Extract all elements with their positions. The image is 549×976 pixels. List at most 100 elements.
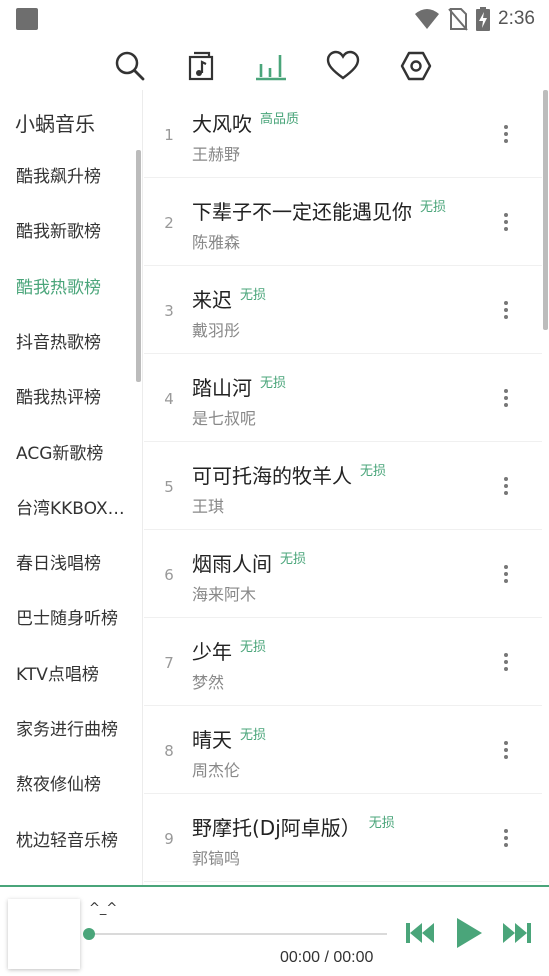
song-title-line: 野摩托(Dj阿卓版） 无损 xyxy=(192,812,395,841)
sidebar-item[interactable]: 酷我热评榜 xyxy=(16,383,131,413)
heart-icon[interactable] xyxy=(324,47,362,85)
quality-badge: 无损 xyxy=(260,376,287,391)
music-note-icon[interactable] xyxy=(182,47,220,85)
status-bar: 2:36 xyxy=(0,0,549,40)
next-icon[interactable] xyxy=(499,915,535,951)
song-artist: 梦然 xyxy=(192,673,225,692)
song-title: 踏山河 xyxy=(192,376,252,400)
song-title: 晴天 xyxy=(192,728,232,752)
more-options-icon[interactable] xyxy=(496,208,516,236)
sidebar-item[interactable]: 春日浅唱榜 xyxy=(16,549,131,579)
settings-icon[interactable] xyxy=(397,47,435,85)
notification-icon xyxy=(16,8,38,30)
song-artist: 王琪 xyxy=(192,497,225,516)
leaderboard-icon[interactable] xyxy=(252,47,290,85)
song-title-line: 来迟 无损 xyxy=(192,284,266,313)
song-artist: 陈雅森 xyxy=(192,233,241,252)
more-options-icon[interactable] xyxy=(496,296,516,324)
progress-bar[interactable] xyxy=(89,933,387,935)
sidebar-item[interactable]: 酷我新歌榜 xyxy=(16,217,131,247)
sidebar: 小蜗音乐 酷我飙升榜 酷我新歌榜 酷我热歌榜 抖音热歌榜 酷我热评榜 ACG新歌榜 台湾KK… xyxy=(0,90,143,885)
sidebar-item[interactable]: 家务进行曲榜 xyxy=(16,715,131,745)
song-row[interactable]: 2 下辈子不一定还能遇见你 无损陈雅森 xyxy=(144,178,542,266)
quality-badge: 无损 xyxy=(240,288,267,303)
song-title-line: 烟雨人间 无损 xyxy=(192,548,306,577)
song-title: 下辈子不一定还能遇见你 xyxy=(192,200,412,224)
song-rank: 8 xyxy=(164,742,174,760)
more-options-icon[interactable] xyxy=(496,472,516,500)
song-title: 少年 xyxy=(192,640,232,664)
playback-time: 00:00 / 00:00 xyxy=(280,949,374,966)
song-artist: 王赫野 xyxy=(192,145,241,164)
song-row[interactable]: 5 可可托海的牧羊人 无损王琪 xyxy=(144,442,542,530)
song-title-line: 下辈子不一定还能遇见你 无损 xyxy=(192,196,446,225)
sidebar-item[interactable]: ACG新歌榜 xyxy=(16,439,131,469)
quality-badge: 无损 xyxy=(360,464,387,479)
album-cover[interactable] xyxy=(8,899,80,969)
sidebar-item[interactable]: 抖音热歌榜 xyxy=(16,328,131,358)
song-rank: 5 xyxy=(164,478,174,496)
sidebar-item[interactable]: 台湾KKBOX… xyxy=(16,494,131,524)
player-song-title: ^_^ xyxy=(89,901,118,916)
status-time: 2:36 xyxy=(498,8,535,29)
song-rank: 3 xyxy=(164,302,174,320)
sidebar-item[interactable]: 巴士随身听榜 xyxy=(16,604,131,634)
song-title: 野摩托(Dj阿卓版） xyxy=(192,816,361,840)
no-sim-icon xyxy=(448,8,468,31)
song-title: 来迟 xyxy=(192,288,232,312)
song-title-line: 踏山河 无损 xyxy=(192,372,286,401)
more-options-icon[interactable] xyxy=(496,824,516,852)
song-title-line: 大风吹 高品质 xyxy=(192,108,299,137)
quality-badge: 无损 xyxy=(240,640,267,655)
more-options-icon[interactable] xyxy=(496,736,516,764)
progress-knob[interactable] xyxy=(83,928,95,940)
top-toolbar xyxy=(0,44,549,88)
song-row[interactable]: 4 踏山河 无损是七叔呢 xyxy=(144,354,542,442)
more-options-icon[interactable] xyxy=(496,384,516,412)
more-options-icon[interactable] xyxy=(496,120,516,148)
song-row[interactable]: 1 大风吹 高品质王赫野 xyxy=(144,90,542,178)
song-row[interactable]: 6 烟雨人间 无损海来阿木 xyxy=(144,530,542,618)
song-row[interactable]: 7 少年 无损梦然 xyxy=(144,618,542,706)
sidebar-item[interactable]: 酷我飙升榜 xyxy=(16,162,131,192)
song-title-line: 可可托海的牧羊人 无损 xyxy=(192,460,386,489)
play-icon[interactable] xyxy=(450,915,486,951)
song-list: 1 大风吹 高品质 王赫野 2 下辈子不一定还能遇见你 无损 陈雅森 3 来迟 无损 戴羽彤 4 踏山河无… xyxy=(144,90,549,885)
quality-badge: 无损 xyxy=(368,816,395,831)
sidebar-scrollbar[interactable] xyxy=(136,150,141,382)
song-artist: 戴羽彤 xyxy=(192,321,241,340)
sidebar-item[interactable]: KTV点唱榜 xyxy=(16,660,131,690)
song-artist: 是七叔呢 xyxy=(192,409,257,428)
search-icon[interactable] xyxy=(111,47,149,85)
song-rank: 7 xyxy=(164,654,174,672)
song-title: 大风吹 xyxy=(192,112,252,136)
more-options-icon[interactable] xyxy=(496,560,516,588)
song-title: 烟雨人间 xyxy=(192,552,272,576)
song-rank: 2 xyxy=(164,214,174,232)
song-rank: 1 xyxy=(164,126,174,144)
song-artist: 海来阿木 xyxy=(192,585,257,604)
quality-badge: 无损 xyxy=(240,728,267,743)
song-row[interactable]: 3 来迟 无损戴羽彤 xyxy=(144,266,542,354)
sidebar-item[interactable]: 熬夜修仙榜 xyxy=(16,770,131,800)
sidebar-item[interactable]: 酷我热歌榜 xyxy=(16,273,131,303)
status-icons: 2:36 xyxy=(414,4,535,34)
song-title: 可可托海的牧羊人 xyxy=(192,464,352,488)
previous-icon[interactable] xyxy=(402,915,438,951)
song-rank: 4 xyxy=(164,390,174,408)
wifi-icon xyxy=(415,9,440,29)
song-row[interactable]: 9 野摩托(Dj阿卓版） 无损 郭镐鸣 xyxy=(144,794,542,882)
battery-charging-icon xyxy=(476,7,491,31)
more-options-icon[interactable] xyxy=(496,648,516,676)
song-artist: 郭镐鸣 xyxy=(192,849,241,868)
song-row[interactable]: 8 晴天 无损周杰伦 xyxy=(144,706,542,794)
song-title-line: 少年 无损 xyxy=(192,636,266,665)
song-rank: 6 xyxy=(164,566,174,584)
song-list-scrollbar[interactable] xyxy=(543,90,548,330)
sidebar-item[interactable]: 枕边轻音乐榜 xyxy=(16,826,131,856)
quality-badge: 无损 xyxy=(280,552,307,567)
song-artist: 周杰伦 xyxy=(192,761,241,780)
player-bar: ^_^ 00:00 / 00:00 xyxy=(0,885,549,976)
quality-badge: 无损 xyxy=(420,200,447,215)
quality-badge: 高品质 xyxy=(260,112,300,127)
